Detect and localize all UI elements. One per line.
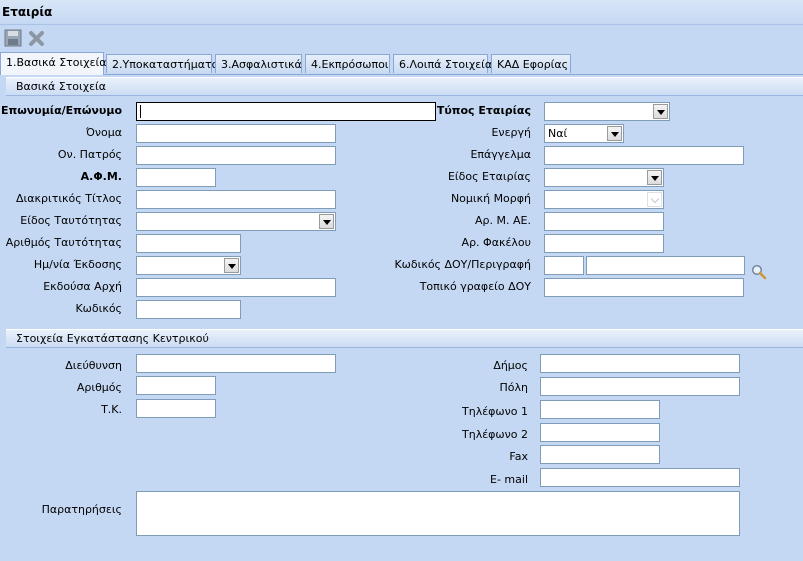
city-label: Πόλη <box>499 381 528 394</box>
issuing-authority-label: Εκδούσα Αρχή <box>43 280 122 293</box>
issue-date-label: Ημ/νία Έκδοσης <box>33 258 122 271</box>
notes-textarea[interactable] <box>136 491 740 536</box>
section-hq-header: Στοιχεία Εγκατάστασης Κεντρικού <box>6 329 803 348</box>
father-name-label: Ον. Πατρός <box>57 148 122 161</box>
local-doy-input[interactable] <box>544 278 744 297</box>
text-caret <box>140 105 141 118</box>
local-doy-label: Τοπικό γραφείο ΔΟΥ <box>419 280 531 293</box>
chevron-down-icon[interactable] <box>647 170 662 185</box>
window-titlebar: Εταιρία <box>0 0 803 25</box>
afm-input[interactable] <box>136 168 216 187</box>
doy-code-input[interactable] <box>544 256 584 275</box>
email-input[interactable] <box>540 468 740 487</box>
code-label: Κωδικός <box>75 302 122 315</box>
issue-date-picker[interactable] <box>136 256 241 275</box>
active-label: Ενεργή <box>491 126 531 139</box>
chevron-down-icon[interactable] <box>224 258 239 273</box>
company-kind-label: Είδος Εταιρίας <box>447 170 531 183</box>
window-title: Εταιρία <box>2 5 53 19</box>
file-no-label: Αρ. Φακέλου <box>461 236 531 249</box>
notes-label: Παρατηρήσεις <box>41 503 122 516</box>
doy-description-input[interactable] <box>586 256 745 275</box>
email-label: E- mail <box>490 473 528 486</box>
tab-other[interactable]: 6.Λοιπά Στοιχεία <box>393 54 492 73</box>
first-name-input[interactable] <box>136 124 336 143</box>
file-no-input[interactable] <box>544 234 664 253</box>
section-basic-title: Βασικά Στοιχεία <box>16 80 107 93</box>
tab-insurance[interactable]: 3.Ασφαλιστικά <box>215 54 302 73</box>
id-type-label: Είδος Ταυτότητας <box>20 214 122 227</box>
active-value: Ναί <box>548 127 568 140</box>
legal-form-select[interactable] <box>544 190 664 209</box>
id-number-input[interactable] <box>136 234 241 253</box>
delete-icon[interactable] <box>28 29 46 47</box>
city-input[interactable] <box>540 377 740 396</box>
chevron-down-icon[interactable] <box>653 104 668 119</box>
tab-basic[interactable]: 1.Βασικά Στοιχεία <box>0 52 107 75</box>
section-hq-title: Στοιχεία Εγκατάστασης Κεντρικού <box>16 332 209 345</box>
legal-form-label: Νομική Μορφή <box>450 192 531 205</box>
zip-label: Τ.Κ. <box>101 403 122 416</box>
phone2-input[interactable] <box>540 423 660 442</box>
zip-input[interactable] <box>136 399 216 418</box>
fax-label: Fax <box>509 450 528 463</box>
trade-name-input[interactable] <box>136 190 336 209</box>
father-name-input[interactable] <box>136 146 336 165</box>
address-label: Διεύθυνση <box>65 359 122 372</box>
id-type-select[interactable] <box>136 212 336 231</box>
phone1-label: Τηλέφωνο 1 <box>462 405 528 418</box>
municipality-label: Δήμος <box>493 359 528 372</box>
profession-input[interactable] <box>544 146 744 165</box>
active-select[interactable]: Ναί <box>544 124 624 143</box>
toolbar <box>0 24 803 52</box>
save-icon[interactable] <box>4 29 22 47</box>
doy-label: Κωδικός ΔΟΥ/Περιγραφή <box>394 258 531 271</box>
first-name-label: Όνομα <box>85 126 122 139</box>
fax-input[interactable] <box>540 445 660 464</box>
chevron-down-icon[interactable] <box>319 214 334 229</box>
trade-name-label: Διακριτικός Τίτλος <box>16 192 122 205</box>
phone2-label: Τηλέφωνο 2 <box>462 428 528 441</box>
address-input[interactable] <box>136 354 336 373</box>
tab-strip: 1.Βασικά Στοιχεία 2.Υποκαταστήματα 3.Ασφ… <box>0 52 803 75</box>
id-number-label: Αριθμός Ταυτότητας <box>5 236 122 249</box>
name-label: Επωνυμία/Επώνυμο <box>1 104 122 117</box>
tab-kad[interactable]: ΚΑΔ Εφορίας <box>491 54 571 73</box>
code-input[interactable] <box>136 300 241 319</box>
tab-branches[interactable]: 2.Υποκαταστήματα <box>106 54 219 73</box>
section-basic-header: Βασικά Στοιχεία <box>6 77 803 96</box>
number-label: Αριθμός <box>76 381 122 394</box>
ae-reg-label: Αρ. Μ. ΑΕ. <box>475 214 531 227</box>
company-type-select[interactable] <box>544 102 670 121</box>
profession-label: Επάγγελμα <box>470 148 531 161</box>
afm-label: Α.Φ.Μ. <box>80 170 122 183</box>
tab-representatives[interactable]: 4.Εκπρόσωποι <box>305 54 390 73</box>
name-input[interactable] <box>136 102 436 121</box>
chevron-down-icon[interactable] <box>607 126 622 141</box>
municipality-input[interactable] <box>540 354 740 373</box>
company-kind-select[interactable] <box>544 168 664 187</box>
magnifier-icon[interactable] <box>751 264 767 280</box>
ae-reg-input[interactable] <box>544 212 664 231</box>
issuing-authority-input[interactable] <box>136 278 336 297</box>
phone1-input[interactable] <box>540 400 660 419</box>
company-type-label: Τύπος Εταιρίας <box>436 104 531 117</box>
chevron-down-icon[interactable] <box>647 192 662 207</box>
number-input[interactable] <box>136 376 216 395</box>
